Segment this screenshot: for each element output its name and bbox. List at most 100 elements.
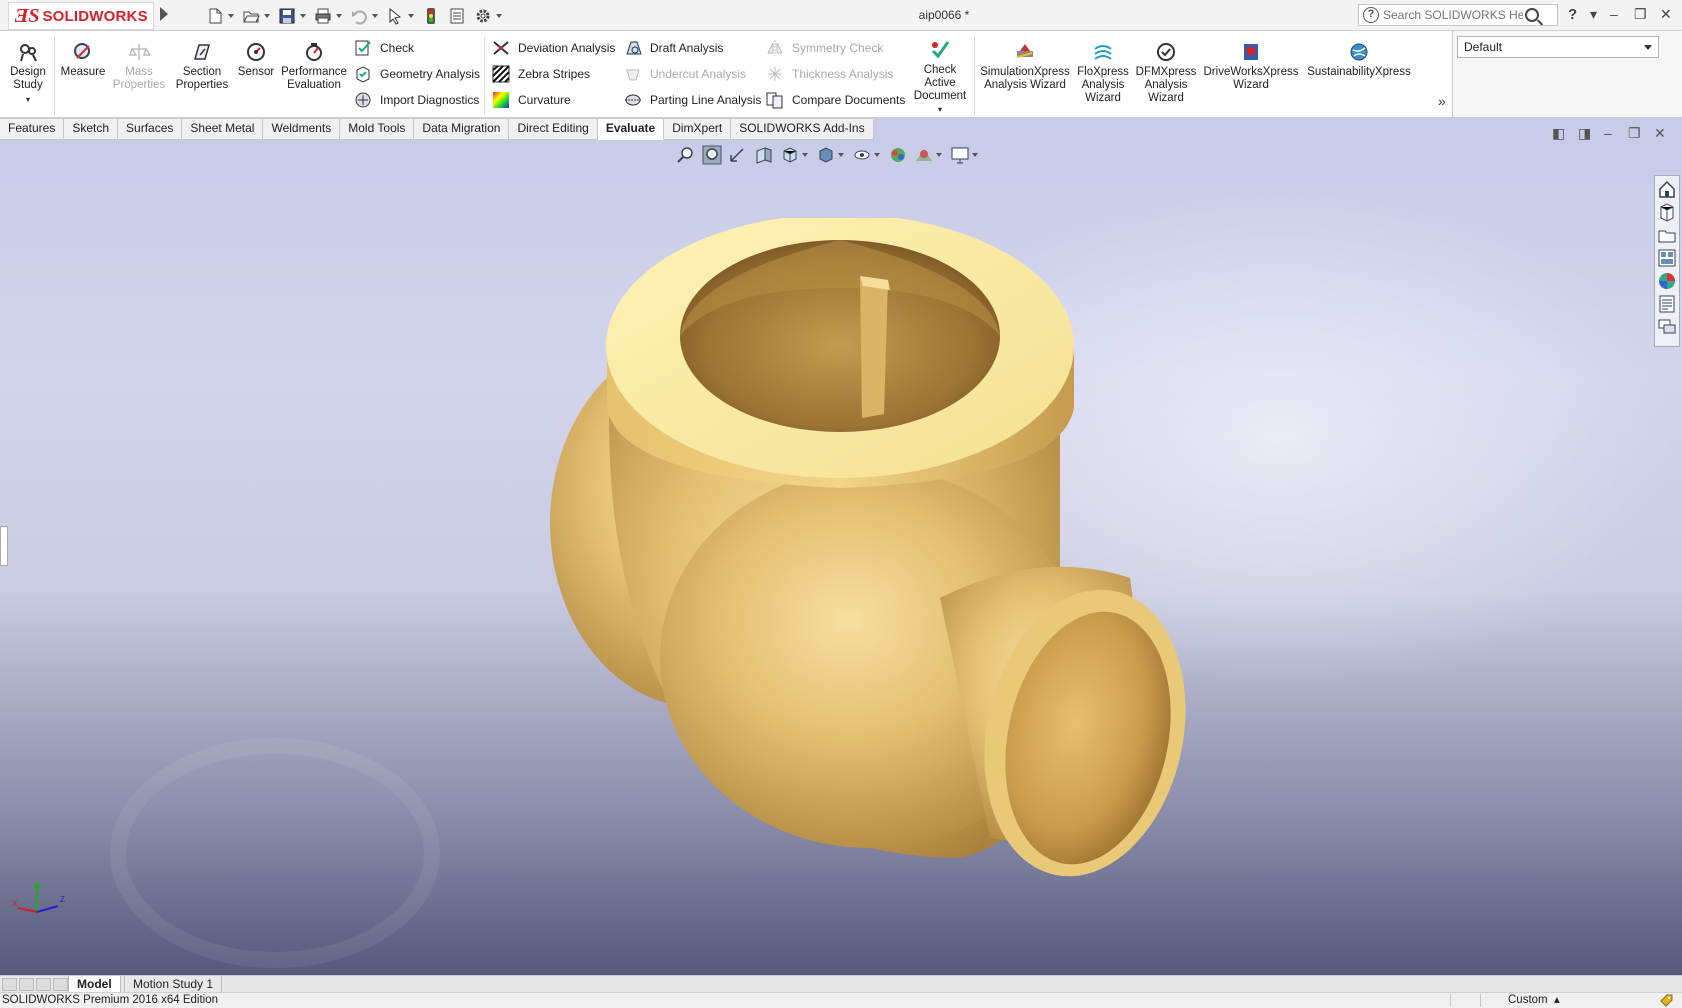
apply-scene-dropdown-icon[interactable] bbox=[936, 153, 942, 157]
tab-features[interactable]: Features bbox=[0, 119, 65, 140]
performance-evaluation-button[interactable]: Performance Evaluation bbox=[280, 41, 348, 92]
solidworks-resources-home-icon[interactable] bbox=[1657, 179, 1677, 199]
custom-properties-icon[interactable] bbox=[1657, 294, 1677, 314]
options-dropdown-icon[interactable] bbox=[496, 14, 502, 18]
check-button[interactable]: Check bbox=[354, 37, 414, 59]
minimize-icon[interactable]: – bbox=[1610, 6, 1618, 22]
search-input[interactable] bbox=[1383, 8, 1523, 22]
rebuild-traffic-light-icon[interactable] bbox=[422, 7, 440, 25]
help-dropdown-icon[interactable]: ▾ bbox=[1590, 6, 1597, 23]
view-palette-icon[interactable] bbox=[1657, 248, 1677, 268]
check-active-dropdown-icon[interactable]: ▾ bbox=[912, 103, 968, 116]
tab-weldments[interactable]: Weldments bbox=[263, 119, 341, 140]
parting-line-analysis-button[interactable]: Parting Line Analysis bbox=[624, 89, 761, 111]
forum-icon[interactable] bbox=[1657, 317, 1677, 337]
menu-expand-arrow-icon[interactable] bbox=[160, 7, 168, 21]
rebuild-tag-icon[interactable] bbox=[1660, 994, 1673, 1007]
design-library-icon[interactable] bbox=[1657, 202, 1677, 222]
tab-mold-tools[interactable]: Mold Tools bbox=[340, 119, 415, 140]
symmetry-check-button[interactable]: Symmetry Check bbox=[766, 37, 883, 59]
hide-show-dropdown-icon[interactable] bbox=[874, 153, 880, 157]
section-properties-button[interactable]: Section Properties bbox=[172, 41, 232, 92]
close-icon[interactable]: ✕ bbox=[1660, 6, 1672, 23]
zoom-to-fit-icon[interactable] bbox=[676, 145, 696, 165]
tab-sketch[interactable]: Sketch bbox=[64, 119, 119, 140]
appearances-scenes-icon[interactable] bbox=[1657, 271, 1677, 291]
tile-right-icon[interactable]: ◨ bbox=[1578, 125, 1591, 142]
configuration-select[interactable]: Default bbox=[1457, 36, 1659, 58]
thickness-analysis-button[interactable]: Thickness Analysis bbox=[766, 63, 893, 85]
view-orientation-dropdown-icon[interactable] bbox=[802, 153, 808, 157]
select-dropdown-icon[interactable] bbox=[408, 14, 414, 18]
tab-dimxpert[interactable]: DimXpert bbox=[664, 119, 732, 140]
view-orientation-icon[interactable] bbox=[780, 145, 800, 165]
previous-tab-arrow-icon[interactable] bbox=[19, 978, 34, 991]
tab-evaluate[interactable]: Evaluate bbox=[597, 119, 665, 140]
dfmxpress-button[interactable]: DFMXpress Analysis Wizard bbox=[1134, 41, 1198, 105]
solidworks-logo[interactable]: ƎS SOLIDWORKS bbox=[8, 2, 154, 30]
design-study-dropdown-icon[interactable]: ▾ bbox=[6, 93, 50, 106]
zoom-to-area-icon[interactable] bbox=[702, 145, 722, 165]
hide-show-items-icon[interactable] bbox=[852, 145, 872, 165]
valve-body-part[interactable] bbox=[540, 218, 1280, 938]
display-style-icon[interactable] bbox=[816, 145, 836, 165]
save-dropdown-icon[interactable] bbox=[300, 14, 306, 18]
check-active-document-button[interactable]: Check Active Document ▾ bbox=[912, 39, 968, 116]
print-icon[interactable] bbox=[314, 7, 332, 25]
deviation-analysis-button[interactable]: Deviation Analysis bbox=[492, 37, 615, 59]
tab-sheet-metal[interactable]: Sheet Metal bbox=[182, 119, 264, 140]
new-document-icon[interactable] bbox=[206, 7, 224, 25]
display-style-dropdown-icon[interactable] bbox=[838, 153, 844, 157]
measure-button[interactable]: Measure bbox=[58, 41, 108, 79]
tab-data-migration[interactable]: Data Migration bbox=[414, 119, 510, 140]
undercut-analysis-button[interactable]: Undercut Analysis bbox=[624, 63, 746, 85]
curvature-button[interactable]: Curvature bbox=[492, 89, 571, 111]
last-tab-arrow-icon[interactable] bbox=[53, 978, 68, 991]
tab-motion-study-1[interactable]: Motion Study 1 bbox=[124, 976, 223, 993]
next-tab-arrow-icon[interactable] bbox=[36, 978, 51, 991]
draft-analysis-button[interactable]: Draft Analysis bbox=[624, 37, 723, 59]
undo-icon[interactable] bbox=[350, 7, 368, 25]
tile-left-icon[interactable]: ◧ bbox=[1552, 125, 1565, 142]
tab-direct-editing[interactable]: Direct Editing bbox=[509, 119, 598, 140]
sensor-button[interactable]: Sensor bbox=[234, 41, 278, 79]
simulationxpress-button[interactable]: SimulationXpress Analysis Wizard bbox=[978, 41, 1072, 92]
geometry-analysis-button[interactable]: Geometry Analysis bbox=[354, 63, 480, 85]
new-dropdown-icon[interactable] bbox=[228, 14, 234, 18]
view-settings-icon[interactable] bbox=[950, 145, 970, 165]
restore-icon[interactable]: ❐ bbox=[1634, 6, 1647, 23]
options-gear-icon[interactable] bbox=[474, 7, 492, 25]
file-explorer-icon[interactable] bbox=[1657, 225, 1677, 245]
previous-view-icon[interactable] bbox=[728, 145, 748, 165]
search-icon[interactable] bbox=[1525, 8, 1539, 22]
feature-manager-collapse-handle[interactable] bbox=[0, 526, 8, 566]
more-commands-chevron-icon[interactable]: » bbox=[1438, 93, 1446, 109]
save-icon[interactable] bbox=[278, 7, 296, 25]
open-dropdown-icon[interactable] bbox=[264, 14, 270, 18]
tab-surfaces[interactable]: Surfaces bbox=[118, 119, 183, 140]
view-settings-dropdown-icon[interactable] bbox=[972, 153, 978, 157]
driveworksxpress-button[interactable]: DriveWorksXpress Wizard bbox=[1202, 41, 1300, 92]
help-button[interactable]: ? bbox=[1568, 6, 1577, 23]
zebra-stripes-button[interactable]: Zebra Stripes bbox=[492, 63, 590, 85]
document-close-icon[interactable]: ✕ bbox=[1654, 125, 1666, 142]
import-diagnostics-button[interactable]: Import Diagnostics bbox=[354, 89, 479, 111]
help-search-box[interactable]: ? bbox=[1358, 4, 1558, 26]
design-study-button[interactable]: Design Study ▾ bbox=[6, 41, 50, 106]
open-folder-icon[interactable] bbox=[242, 7, 260, 25]
select-cursor-icon[interactable] bbox=[386, 7, 404, 25]
print-dropdown-icon[interactable] bbox=[336, 14, 342, 18]
floxpress-button[interactable]: FloXpress Analysis Wizard bbox=[1076, 41, 1130, 105]
mass-properties-button[interactable]: Mass Properties bbox=[112, 41, 166, 92]
document-minimize-icon[interactable]: – bbox=[1604, 125, 1612, 141]
edit-appearance-icon[interactable] bbox=[888, 145, 908, 165]
tab-solidworks-add-ins[interactable]: SOLIDWORKS Add-Ins bbox=[731, 119, 874, 140]
undo-dropdown-icon[interactable] bbox=[372, 14, 378, 18]
file-properties-icon[interactable] bbox=[448, 7, 466, 25]
section-view-icon[interactable] bbox=[754, 145, 774, 165]
unit-system-selector[interactable]: Custom ▴ bbox=[1508, 993, 1560, 1008]
tab-model[interactable]: Model bbox=[68, 976, 121, 993]
compare-documents-button[interactable]: Compare Documents bbox=[766, 89, 905, 111]
first-tab-arrow-icon[interactable] bbox=[2, 978, 17, 991]
apply-scene-icon[interactable] bbox=[914, 145, 934, 165]
